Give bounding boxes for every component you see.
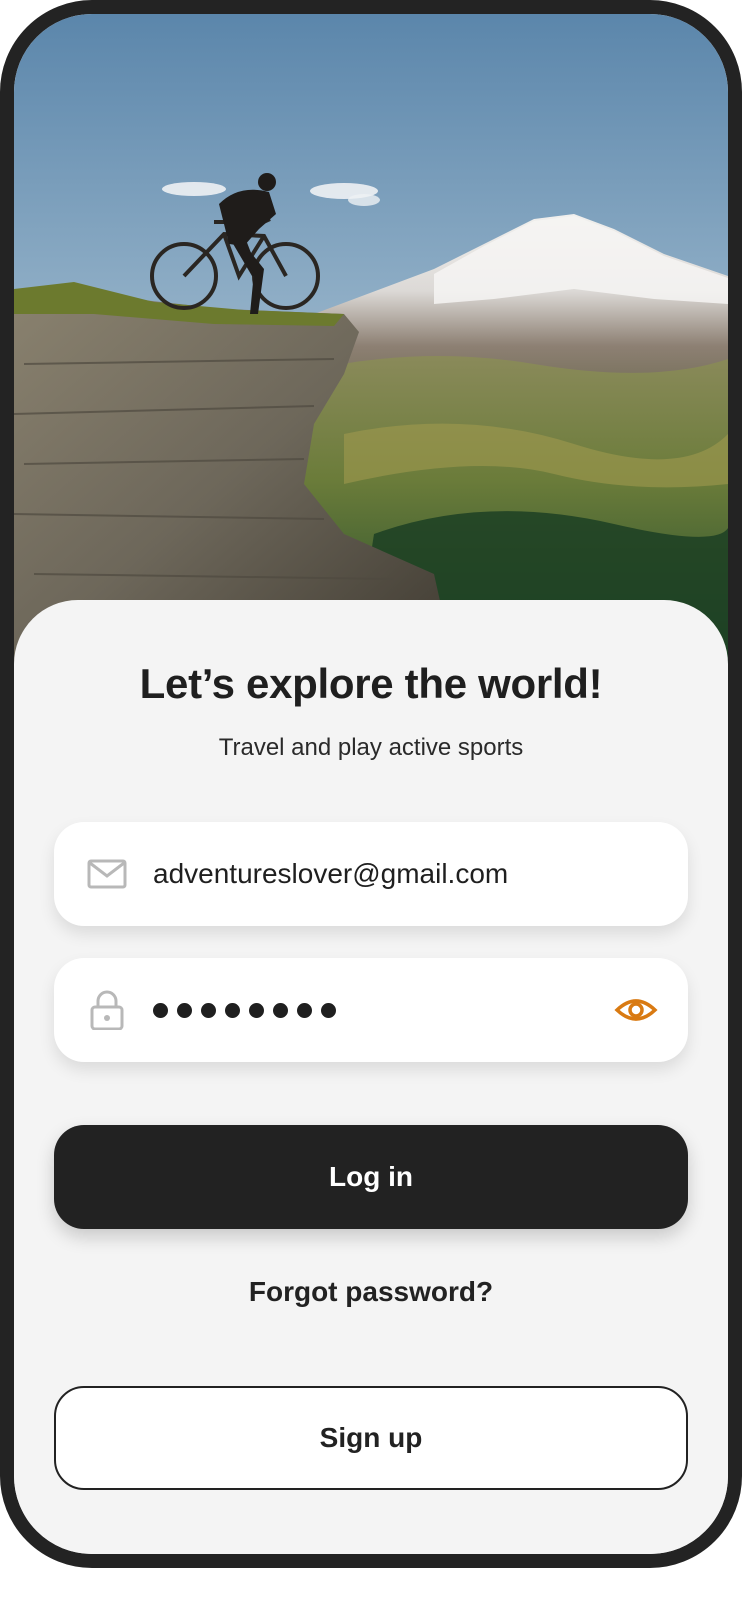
password-dot (153, 1002, 168, 1018)
password-dot (201, 1002, 216, 1018)
password-dot (177, 1002, 192, 1018)
password-dot (297, 1002, 312, 1018)
lock-icon (87, 990, 127, 1031)
page-title: Let’s explore the world! (139, 660, 603, 707)
password-dot (273, 1002, 288, 1018)
login-sheet: Let’s explore the world! Travel and play… (14, 600, 728, 1554)
password-field[interactable] (54, 958, 688, 1062)
password-masked-value[interactable] (153, 958, 345, 1062)
phone-frame: Let’s explore the world! Travel and play… (0, 0, 742, 1568)
signup-button[interactable]: Sign up (54, 1386, 688, 1490)
login-button[interactable]: Log in (54, 1125, 688, 1229)
eye-icon[interactable] (614, 992, 658, 1028)
email-value[interactable]: adventureslover@gmail.com (153, 822, 508, 926)
password-dot (225, 1002, 240, 1018)
forgot-password-link[interactable]: Forgot password? (14, 1276, 728, 1308)
hero-image (14, 14, 728, 664)
mail-icon (87, 854, 127, 894)
password-dot (249, 1002, 264, 1018)
page-subtitle: Travel and play active sports (218, 734, 524, 761)
password-dot (321, 1002, 336, 1018)
email-field[interactable]: adventureslover@gmail.com (54, 822, 688, 926)
landscape-illustration (14, 14, 728, 664)
